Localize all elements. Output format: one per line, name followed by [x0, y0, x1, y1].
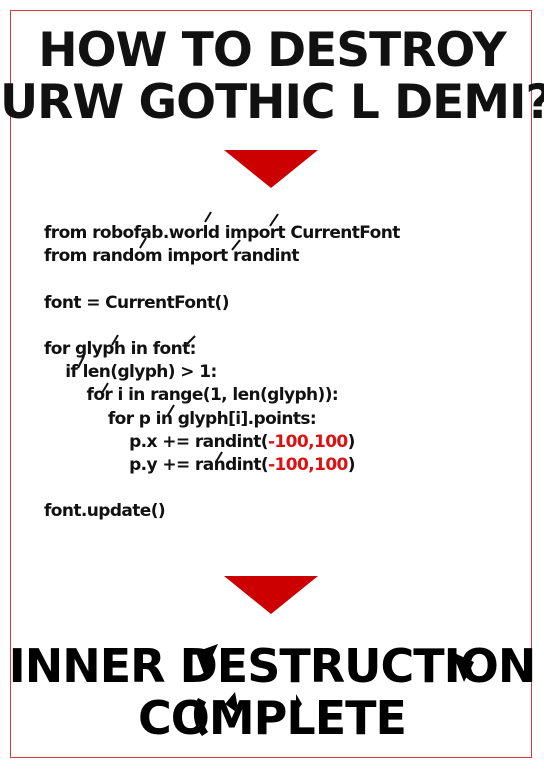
- code-line: font = CurrentFont(): [44, 292, 229, 313]
- code-line: p.y += randint(-100,100): [44, 454, 514, 477]
- code-text: p.x += randint(: [44, 431, 268, 452]
- down-arrow-icon: [224, 576, 318, 614]
- code-text: ): [347, 454, 356, 475]
- code-number: -100,100: [267, 431, 348, 452]
- code-line: from random import randint: [44, 246, 300, 267]
- down-arrow-icon: [224, 150, 318, 188]
- code-line: if len(glyph) > 1:: [44, 362, 217, 383]
- code-number: -100,100: [268, 454, 348, 475]
- result-line-2: COMPLETE: [138, 691, 407, 745]
- code-text: p.y += randint(: [44, 454, 269, 475]
- code-text: ): [347, 431, 356, 452]
- headline-line-2: URW GOTHIC L DEMI?: [0, 75, 544, 130]
- headline-line-1: HOW TO DESTROY: [38, 23, 506, 78]
- code-block: from robofab.world import CurrentFont fro…: [44, 222, 514, 523]
- code-line: for glyph in font:: [44, 338, 196, 359]
- result-line-1: INNER DESTRUCTION: [8, 639, 537, 693]
- code-line: from robofab.world import CurrentFont: [44, 223, 400, 243]
- code-line: p.x += randint(-100,100): [44, 431, 514, 454]
- code-line: for i in range(1, len(glyph)):: [44, 385, 339, 406]
- code-line: font.update(): [44, 501, 166, 522]
- code-line: for p in glyph[i].points:: [44, 408, 317, 429]
